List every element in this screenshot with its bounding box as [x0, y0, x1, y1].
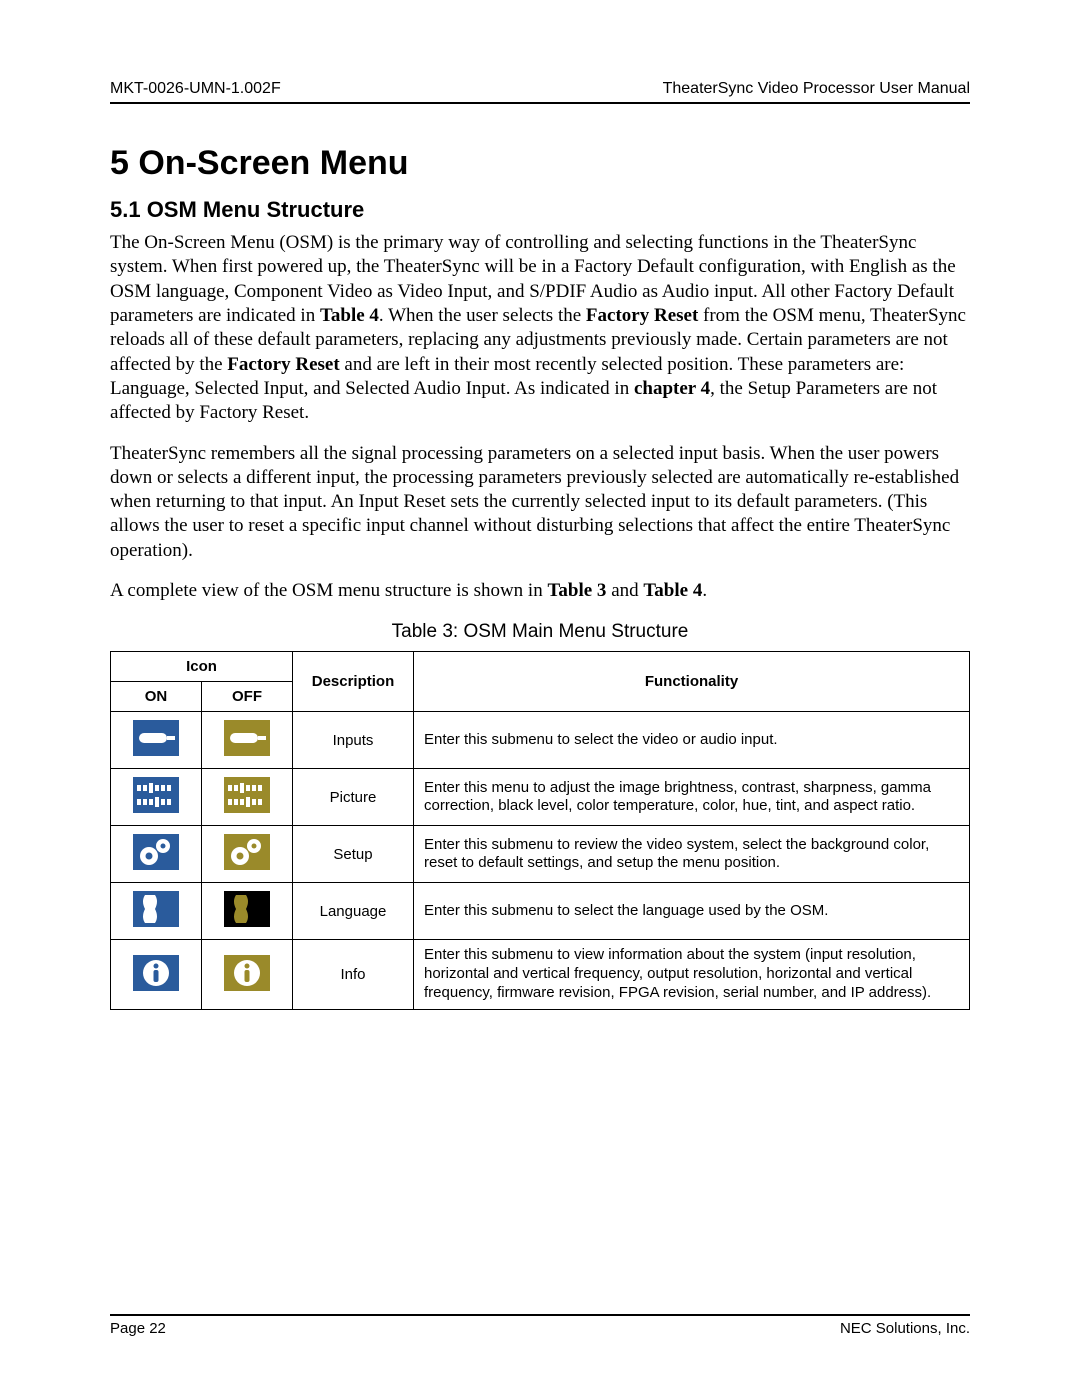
info-icon-on	[131, 953, 181, 993]
paragraph-2: TheaterSync remembers all the signal pro…	[110, 442, 970, 564]
language-icon-on	[131, 889, 181, 929]
picture-icon-off	[222, 775, 272, 815]
row-func: Enter this submenu to view information a…	[414, 940, 970, 1009]
row-desc: Info	[293, 940, 414, 1009]
page-footer: Page 22 NEC Solutions, Inc.	[110, 1314, 970, 1337]
document-page: MKT-0026-UMN-1.002F TheaterSync Video Pr…	[0, 0, 1080, 1397]
row-func: Enter this submenu to select the languag…	[414, 883, 970, 940]
paragraph-3: A complete view of the OSM menu structur…	[110, 579, 970, 603]
table-row: Picture Enter this menu to adjust the im…	[111, 769, 970, 826]
th-description: Description	[293, 652, 414, 712]
header-doc-id: MKT-0026-UMN-1.002F	[110, 80, 281, 98]
row-desc: Setup	[293, 826, 414, 883]
setup-icon-off	[222, 832, 272, 872]
th-icon: Icon	[111, 652, 293, 682]
row-func: Enter this submenu to review the video s…	[414, 826, 970, 883]
table-row: Language Enter this submenu to select th…	[111, 883, 970, 940]
table-row: Inputs Enter this submenu to select the …	[111, 712, 970, 769]
table-row: Setup Enter this submenu to review the v…	[111, 826, 970, 883]
row-desc: Inputs	[293, 712, 414, 769]
language-icon-off	[222, 889, 272, 929]
th-on: ON	[111, 682, 202, 712]
paragraph-1: The On-Screen Menu (OSM) is the primary …	[110, 231, 970, 426]
row-func: Enter this menu to adjust the image brig…	[414, 769, 970, 826]
inputs-icon-on	[131, 718, 181, 758]
table-caption: Table 3: OSM Main Menu Structure	[110, 621, 970, 643]
footer-page-number: Page 22	[110, 1320, 166, 1337]
inputs-icon-off	[222, 718, 272, 758]
row-func: Enter this submenu to select the video o…	[414, 712, 970, 769]
info-icon-off	[222, 953, 272, 993]
page-header: MKT-0026-UMN-1.002F TheaterSync Video Pr…	[110, 80, 970, 104]
table-row: Info Enter this submenu to view informat…	[111, 940, 970, 1009]
th-off: OFF	[202, 682, 293, 712]
chapter-heading: 5 On-Screen Menu	[110, 144, 970, 183]
osm-main-menu-table: Icon Description Functionality ON OFF In…	[110, 651, 970, 1009]
setup-icon-on	[131, 832, 181, 872]
header-doc-title: TheaterSync Video Processor User Manual	[663, 80, 970, 98]
row-desc: Picture	[293, 769, 414, 826]
picture-icon-on	[131, 775, 181, 815]
footer-company: NEC Solutions, Inc.	[840, 1320, 970, 1337]
th-functionality: Functionality	[414, 652, 970, 712]
section-heading: 5.1 OSM Menu Structure	[110, 197, 970, 223]
row-desc: Language	[293, 883, 414, 940]
